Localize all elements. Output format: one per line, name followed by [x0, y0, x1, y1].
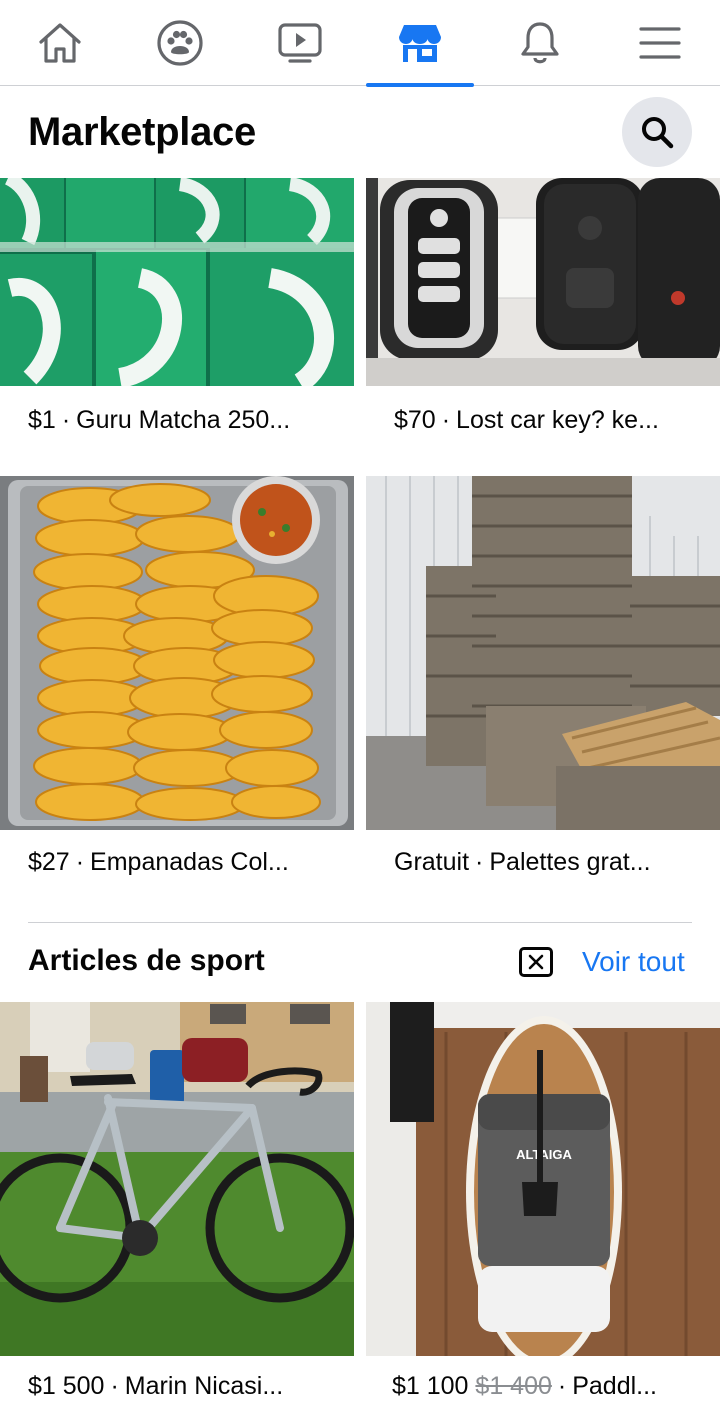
see-all-link[interactable]: Voir tout	[582, 946, 685, 978]
page-title: Marketplace	[28, 110, 256, 154]
listing-title: Lost car key? ke...	[456, 406, 659, 434]
board-logo: ALTAIGA	[516, 1147, 572, 1162]
menu-icon	[639, 27, 681, 59]
listing-caption: $27 · Empanadas Col...	[28, 848, 289, 876]
listing-caption: $70 · Lost car key? ke...	[394, 406, 659, 434]
listing-price: $27	[28, 848, 70, 876]
listing-title: Palettes grat...	[489, 848, 651, 876]
listing-title: Marin Nicasi...	[124, 1372, 284, 1400]
watch-icon	[278, 23, 322, 63]
nav-home[interactable]	[0, 0, 120, 86]
listing-photo	[366, 178, 720, 386]
listing-price: $1	[28, 406, 56, 434]
listing-old-price: $1 400	[475, 1372, 552, 1400]
listing-price: Gratuit	[394, 848, 470, 876]
listing-caption: $1 · Guru Matcha 250...	[28, 406, 291, 434]
listing-card[interactable]: $1 · Guru Matcha 250...	[0, 178, 354, 468]
listing-price: $1 500	[28, 1372, 105, 1400]
listing-title: Guru Matcha 250...	[76, 406, 291, 434]
section-title: Articles de sport	[28, 944, 265, 977]
listing-card[interactable]: $70 · Lost car key? ke...	[366, 178, 720, 468]
listing-photo: ALTAIGA	[366, 1002, 720, 1356]
listing-photo	[0, 178, 354, 386]
notifications-icon	[521, 22, 559, 64]
search-button[interactable]	[622, 97, 692, 167]
home-icon	[39, 23, 81, 63]
listing-card[interactable]: Gratuit · Palettes grat...	[366, 476, 720, 912]
listing-card[interactable]: $1 500 · Marin Nicasi...	[0, 1002, 354, 1425]
listing-photo	[366, 476, 720, 830]
close-box-icon	[528, 954, 544, 970]
marketplace-header: Marketplace	[0, 86, 720, 178]
hide-section-button[interactable]	[519, 947, 553, 977]
nav-groups[interactable]	[120, 0, 240, 86]
listing-price: $70	[394, 406, 436, 434]
listing-caption: Gratuit · Palettes grat...	[394, 848, 651, 876]
nav-marketplace[interactable]	[360, 0, 480, 87]
listing-caption: $1 500 · Marin Nicasi...	[28, 1372, 284, 1400]
listing-title: Empanadas Col...	[90, 848, 289, 876]
section-divider	[28, 922, 692, 923]
top-navigation	[0, 0, 720, 87]
nav-watch[interactable]	[240, 0, 360, 86]
groups-icon	[157, 20, 203, 66]
listing-card[interactable]: $27 · Empanadas Col...	[0, 476, 354, 912]
listing-caption: $1 100 $1 400 · Paddl...	[392, 1372, 657, 1400]
listing-price: $1 100	[392, 1372, 469, 1400]
nav-menu[interactable]	[600, 0, 720, 86]
nav-notifications[interactable]	[480, 0, 600, 86]
listing-photo	[0, 1002, 354, 1356]
listing-title: Paddl...	[572, 1372, 657, 1400]
listing-photo	[0, 476, 354, 830]
listing-card[interactable]: ALTAIGA $1 100 $1 400 · Paddl...	[366, 1002, 720, 1425]
search-icon	[642, 117, 674, 149]
marketplace-icon	[399, 25, 441, 62]
